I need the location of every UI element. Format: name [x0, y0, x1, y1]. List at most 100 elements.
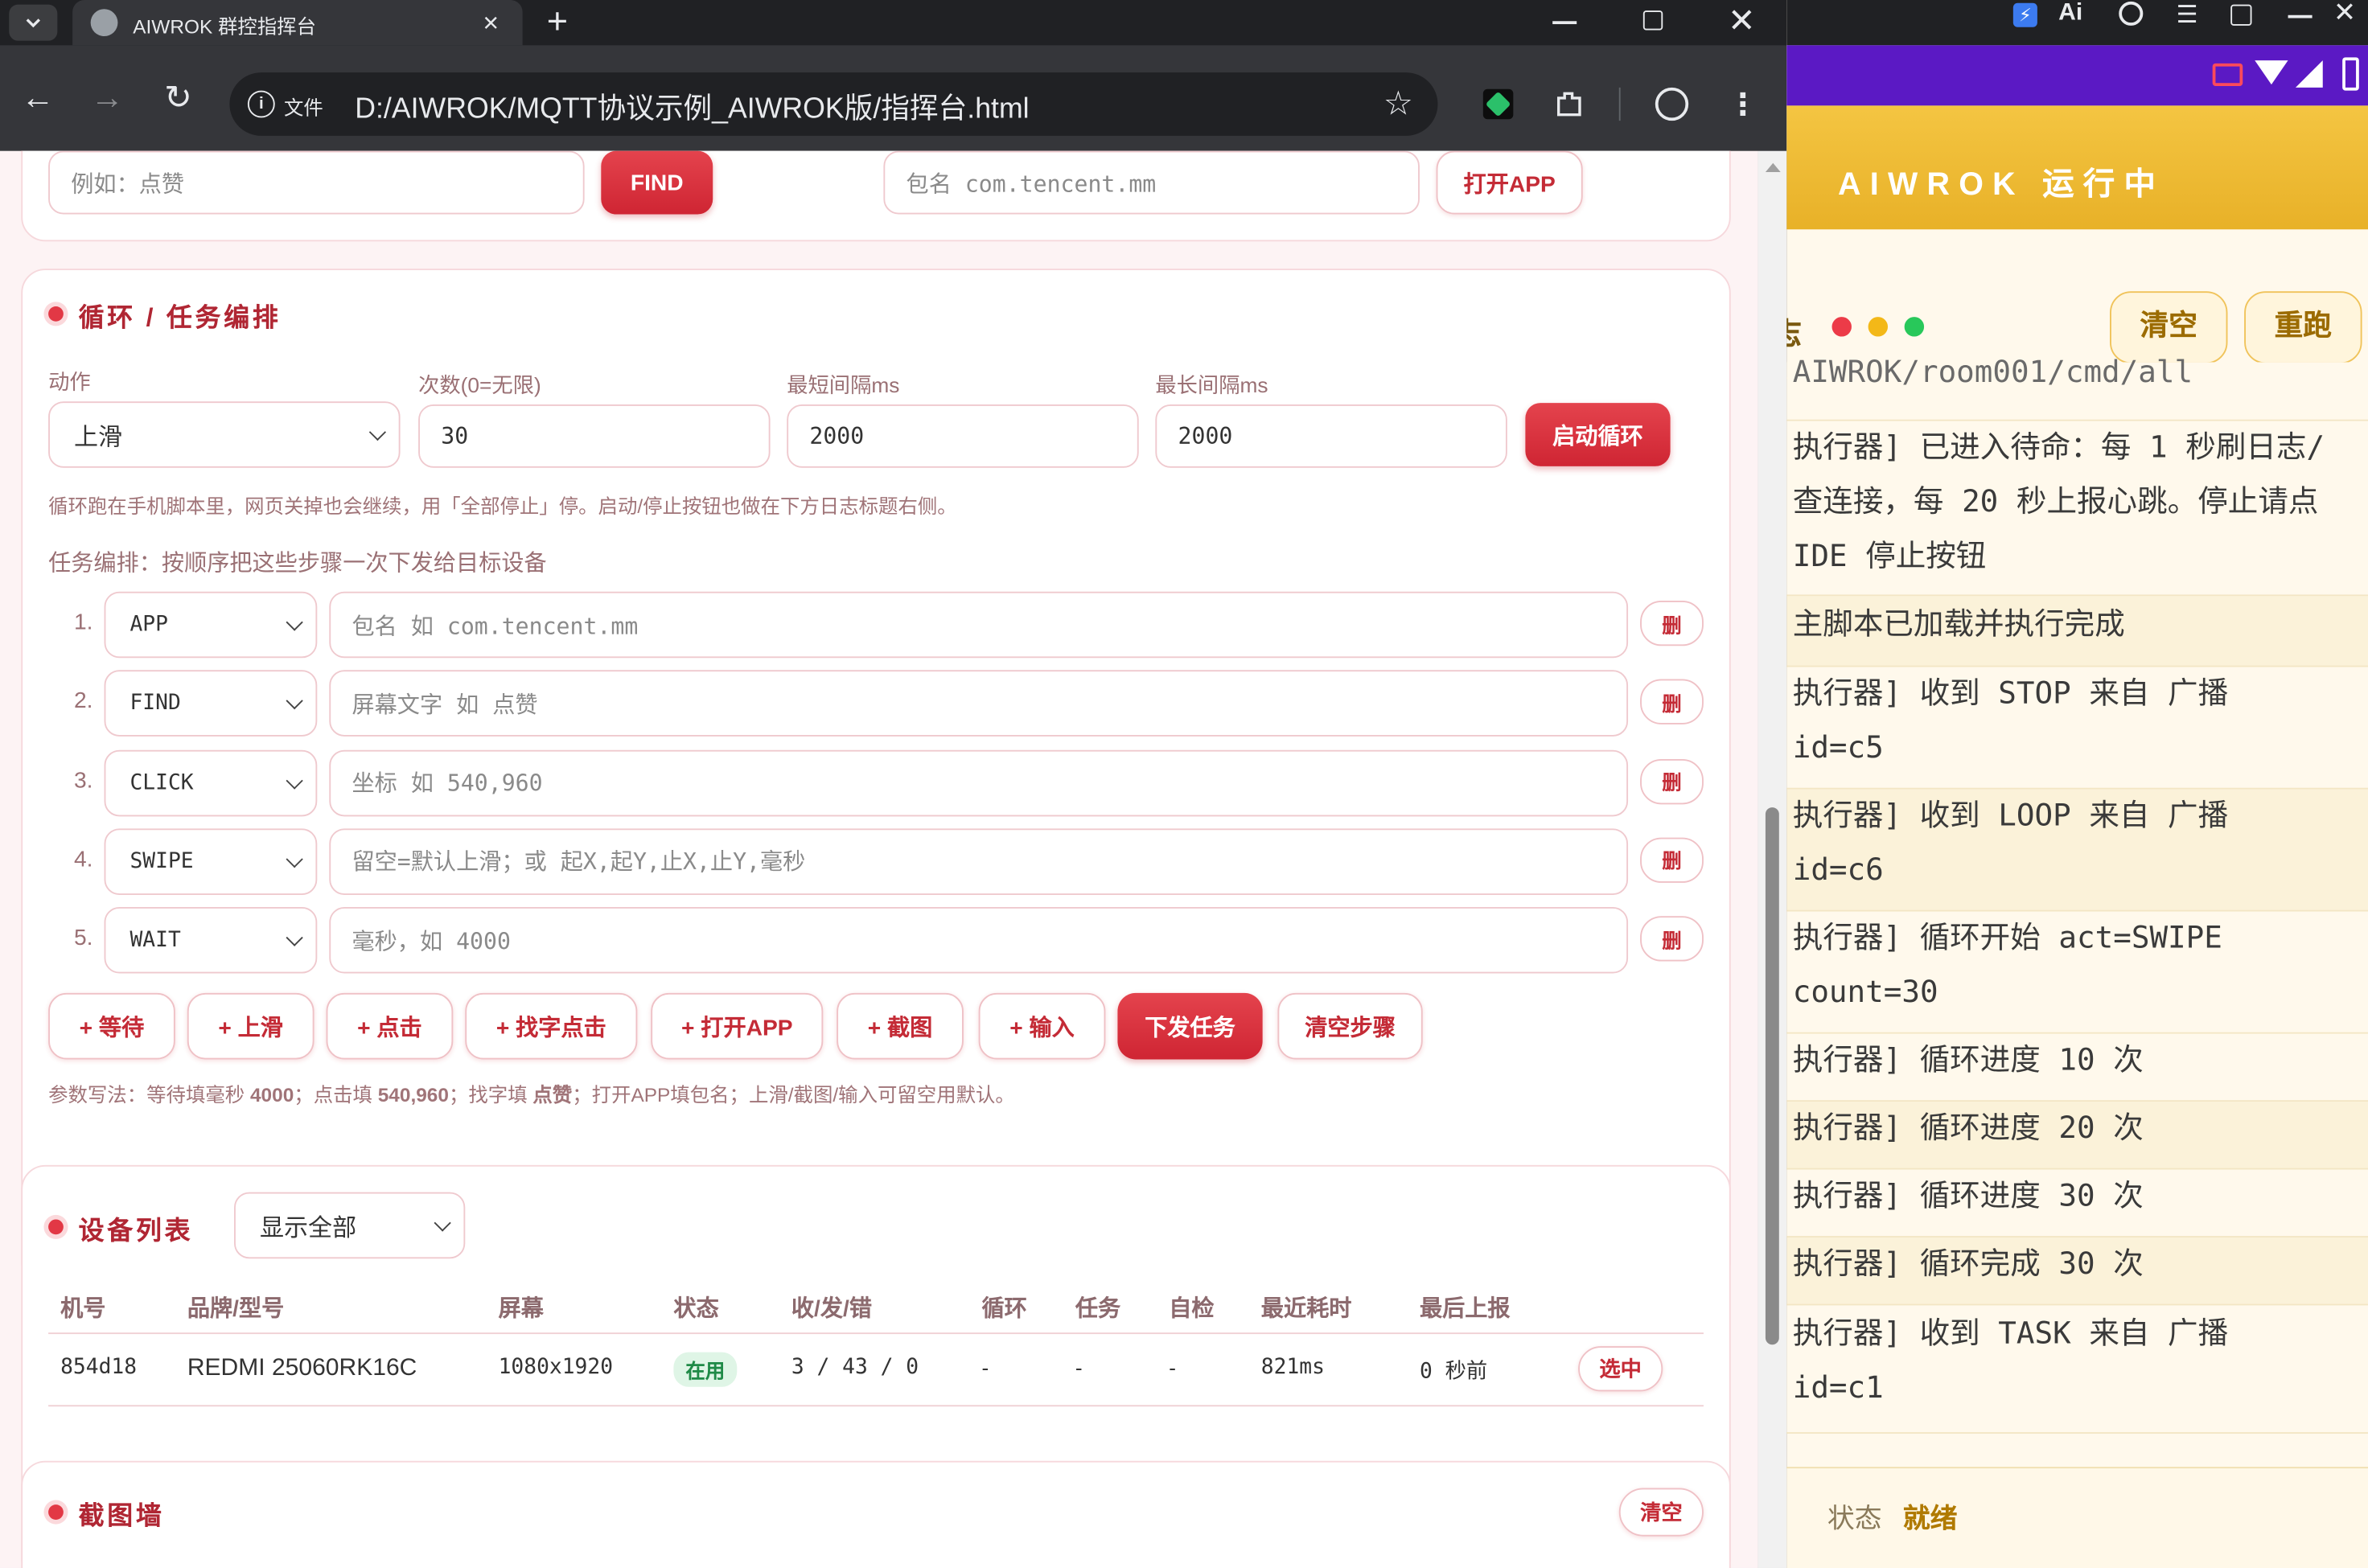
action-select[interactable]: 上滑 [48, 401, 401, 468]
col-model-header: 品牌/型号 [187, 1296, 285, 1323]
section-dot-icon [48, 306, 64, 322]
log-clear-button[interactable]: 清空 [2110, 291, 2228, 364]
minimize-button[interactable] [1552, 21, 1577, 24]
page-scrollbar[interactable] [1758, 150, 1787, 1568]
status-label: 状态 [1827, 1503, 1882, 1533]
log-line: 执行器] 已进入待命：每 1 秒刷日志/ [1792, 429, 2325, 466]
clear-steps-button[interactable]: 清空步骤 [1277, 992, 1423, 1060]
screenshot-wall-card [21, 1460, 1731, 1568]
device-filter-select[interactable]: 显示全部 [234, 1192, 466, 1259]
col-task-header: 任务 [1075, 1296, 1121, 1323]
close-window-button[interactable]: ✕ [1728, 2, 1756, 41]
step-type-select[interactable]: CLICK [104, 749, 318, 816]
forward-arrow-icon[interactable]: → [88, 79, 127, 117]
find-button[interactable]: FIND [601, 150, 713, 215]
close-icon: ✕ [2333, 0, 2357, 27]
cell-last: 0 秒前 [1419, 1359, 1488, 1385]
log-line: 执行器] 循环进度 30 次 [1792, 1176, 2144, 1213]
chevron-down-icon [286, 929, 303, 947]
step-param-input[interactable]: 毫秒，如 4000 [329, 907, 1629, 974]
log-line: id=c6 [1792, 851, 1884, 888]
close-tab-icon[interactable]: × [475, 6, 508, 39]
log-line: 执行器] 循环开始 act=SWIPE [1792, 918, 2222, 956]
min-interval-input[interactable]: 2000 [787, 404, 1139, 468]
phone-status-bar [1786, 45, 2368, 106]
step-number: 5. [74, 925, 93, 951]
menu-dots-icon[interactable]: ⋮ [1728, 84, 1758, 124]
add-click-button[interactable]: + 点击 [326, 992, 454, 1060]
step-type-select[interactable]: FIND [104, 670, 318, 737]
address-bar[interactable]: i 文件 D:/AIWROK/MQTT协议示例_AIWROK版/指挥台.html… [229, 72, 1438, 136]
step-delete-button[interactable]: 删 [1640, 600, 1704, 646]
package-input[interactable]: 包名 com.tencent.mm [883, 150, 1420, 215]
log-line: 主脚本已加载并执行完成 [1792, 605, 2125, 642]
log-line: id=c5 [1792, 729, 1884, 766]
extension-icon[interactable] [1482, 88, 1514, 120]
col-id-header: 机号 [60, 1296, 106, 1323]
find-text-input[interactable]: 例如：点赞 [48, 150, 585, 215]
scrollbar-thumb[interactable] [1765, 807, 1779, 1345]
step-param-input[interactable]: 屏幕文字 如 点赞 [329, 670, 1629, 737]
maximize-button[interactable] [1642, 10, 1663, 31]
section-dot-icon [48, 1504, 64, 1520]
add-input-button[interactable]: + 输入 [978, 992, 1106, 1060]
param-note: 参数写法：等待填毫秒 4000；点击填 540,960；找字填 点赞；打开APP… [48, 1083, 1015, 1106]
step-type-select[interactable]: APP [104, 591, 318, 659]
profile-icon[interactable] [1655, 87, 1689, 121]
max-interval-input[interactable]: 2000 [1155, 404, 1507, 468]
phone-panel: ⚡ Ai ☰ ✕ AIWROK 运行中 志 清空 重跑 AIWROK/room0… [1786, 0, 2368, 1568]
add-screenshot-button[interactable]: + 截图 [837, 992, 964, 1060]
step-delete-button[interactable]: 删 [1640, 679, 1704, 725]
cell-counts: 3 / 43 / 0 [791, 1355, 919, 1380]
step-number: 1. [74, 610, 93, 636]
step-delete-button[interactable]: 删 [1640, 837, 1704, 883]
chevron-down-icon [286, 614, 303, 631]
cell-latency: 821ms [1260, 1355, 1325, 1380]
step-param-input[interactable]: 坐标 如 540,960 [329, 749, 1629, 816]
max-interval-label: 最长间隔ms [1155, 372, 1268, 397]
section-dot-icon [48, 1219, 64, 1235]
log-line: count=30 [1792, 973, 1938, 1010]
step-param-input[interactable]: 留空=默认上滑；或 起X,起Y,止X,止Y,毫秒 [329, 828, 1629, 895]
send-task-button[interactable]: 下发任务 [1117, 992, 1263, 1060]
step-number: 2. [74, 688, 93, 715]
select-device-button[interactable]: 选中 [1578, 1346, 1663, 1392]
col-counts-header: 收/发/错 [791, 1296, 873, 1323]
bookmark-star-icon[interactable]: ☆ [1383, 84, 1413, 124]
url-text[interactable]: D:/AIWROK/MQTT协议示例_AIWROK版/指挥台.html [355, 86, 1029, 127]
add-wait-button[interactable]: + 等待 [48, 992, 175, 1060]
log-line: 执行器] 循环进度 20 次 [1792, 1109, 2144, 1146]
step-delete-button[interactable]: 删 [1640, 916, 1704, 962]
list-icon: ☰ [2176, 2, 2198, 29]
green-dot-icon [1904, 317, 1925, 337]
add-swipe-button[interactable]: + 上滑 [187, 992, 314, 1060]
puzzle-icon[interactable] [1549, 84, 1589, 124]
browser-tab[interactable]: AIWROK 群控指挥台 × [72, 0, 523, 46]
add-open-app-button[interactable]: + 打开APP [651, 992, 824, 1060]
scroll-up-icon[interactable] [1765, 162, 1781, 172]
open-app-button[interactable]: 打开APP [1436, 150, 1583, 215]
cast-icon [2212, 63, 2243, 86]
log-rerun-button[interactable]: 重跑 [2244, 291, 2362, 364]
start-loop-button[interactable]: 启动循环 [1525, 403, 1671, 466]
count-input[interactable]: 30 [418, 404, 771, 468]
col-check-header: 自检 [1169, 1296, 1215, 1323]
window-icon [2230, 4, 2252, 26]
tab-search-button[interactable] [9, 4, 58, 41]
log-title-fragment: 志 [1786, 310, 1802, 353]
step-number: 3. [74, 767, 93, 794]
add-find-click-button[interactable]: + 找字点击 [465, 992, 638, 1060]
cell-loop: - [981, 1355, 989, 1380]
step-delete-button[interactable]: 删 [1640, 758, 1704, 804]
step-param-input[interactable]: 包名 如 com.tencent.mm [329, 591, 1629, 659]
red-dot-icon [1832, 317, 1852, 337]
screenshot-clear-button[interactable]: 清空 [1618, 1488, 1704, 1537]
step-type-select[interactable]: SWIPE [104, 828, 318, 895]
step-type-select[interactable]: WAIT [104, 907, 318, 974]
chevron-down-icon [286, 850, 303, 868]
log-line: 执行器] 收到 LOOP 来自 广播 [1792, 796, 2229, 833]
reload-icon[interactable]: ↻ [158, 79, 198, 117]
back-arrow-icon[interactable]: ← [18, 79, 58, 117]
col-latency-header: 最近耗时 [1260, 1296, 1352, 1323]
new-tab-button[interactable]: + [547, 2, 568, 44]
